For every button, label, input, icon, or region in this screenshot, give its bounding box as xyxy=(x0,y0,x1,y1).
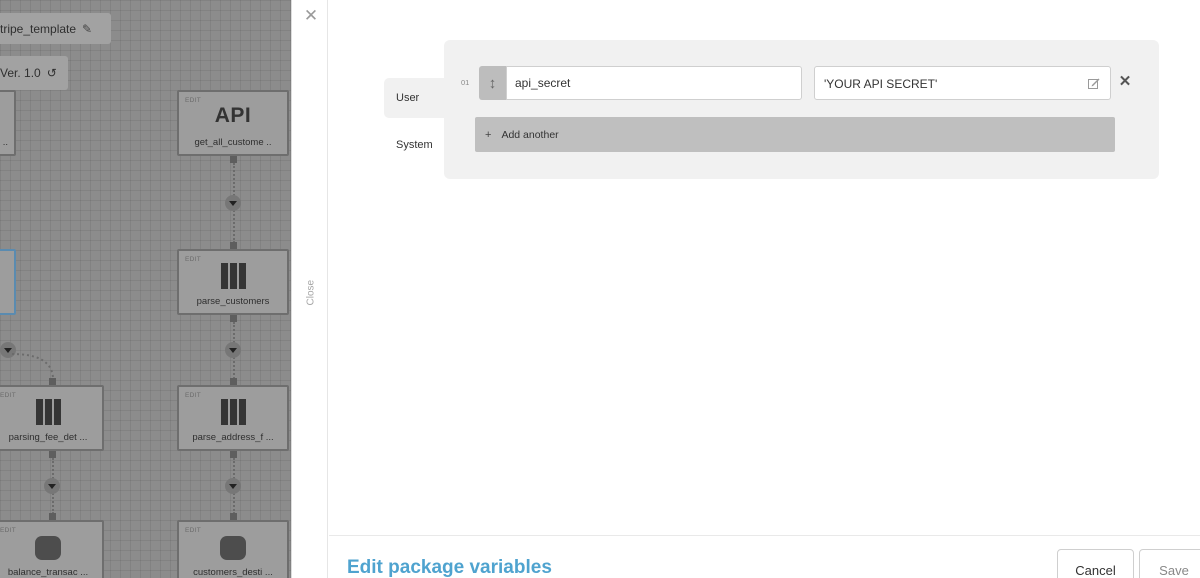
connector-port[interactable] xyxy=(230,156,237,163)
columns-icon xyxy=(220,263,246,289)
variable-value: 'YOUR API SECRET' xyxy=(824,77,938,91)
connector-port[interactable] xyxy=(230,242,237,249)
connector-port[interactable] xyxy=(230,451,237,458)
remove-variable-icon[interactable]: ✕ xyxy=(1118,74,1132,90)
node-edit-label[interactable]: EDIT xyxy=(185,392,201,399)
database-icon xyxy=(35,536,61,560)
package-version: Ver. 1.0 xyxy=(0,66,41,80)
connector-arrow-icon xyxy=(44,478,60,494)
connector-port[interactable] xyxy=(49,451,56,458)
cancel-button[interactable]: Cancel xyxy=(1057,549,1134,578)
pipeline-node-parse[interactable]: EDIT parsing_fee_det ... xyxy=(0,385,104,451)
tab-user[interactable]: User xyxy=(384,78,446,118)
columns-icon xyxy=(220,399,246,425)
connector-port[interactable] xyxy=(230,378,237,385)
node-label: parse_address_f ... xyxy=(192,432,274,443)
variable-index: 01 xyxy=(461,78,470,87)
pipeline-node-parse[interactable]: EDIT parse_customers xyxy=(177,249,289,315)
connector-arrow-icon xyxy=(225,195,241,211)
node-edit-label[interactable]: EDIT xyxy=(0,527,16,534)
pipeline-canvas: tripe_template ✎ Ver. 1.0 ↺ .. EDIT API … xyxy=(0,0,291,578)
node-edit-label[interactable]: EDIT xyxy=(185,527,201,534)
node-label: .. xyxy=(2,137,8,148)
node-edit-label[interactable]: EDIT xyxy=(0,392,16,399)
variable-value-field[interactable]: 'YOUR API SECRET' xyxy=(814,66,1111,100)
panel-footer: Edit package variables Cancel Save xyxy=(329,535,1200,578)
edit-expression-icon[interactable] xyxy=(1088,78,1100,89)
variable-name-input[interactable] xyxy=(506,66,802,100)
pipeline-node-api[interactable]: EDIT API get_all_custome .. xyxy=(177,90,289,156)
add-another-button[interactable]: + Add another xyxy=(475,117,1115,152)
connector-port[interactable] xyxy=(230,315,237,322)
node-edit-label[interactable]: EDIT xyxy=(185,97,201,104)
pencil-icon[interactable]: ✎ xyxy=(82,22,92,36)
connector-port[interactable] xyxy=(49,513,56,520)
connector-curve xyxy=(11,353,54,379)
tab-label: User xyxy=(396,92,420,104)
tab-system[interactable]: System xyxy=(384,125,446,165)
undo-icon[interactable]: ↺ xyxy=(47,66,57,80)
panel-title: Edit package variables xyxy=(347,557,552,578)
variables-list: 01 ↕ 'YOUR API SECRET' ✕ + Add another xyxy=(444,40,1159,179)
tab-label: System xyxy=(396,139,433,151)
pipeline-node-destination[interactable]: EDIT customers_desti ... xyxy=(177,520,289,578)
pipeline-node[interactable] xyxy=(0,249,16,315)
connector-port[interactable] xyxy=(230,513,237,520)
plus-icon: + xyxy=(485,128,492,141)
connector-arrow-icon xyxy=(225,478,241,494)
connector-port[interactable] xyxy=(49,378,56,385)
package-name: tripe_template xyxy=(0,21,77,36)
close-strip[interactable]: ✕ Close xyxy=(291,0,328,578)
add-another-label: Add another xyxy=(501,128,559,141)
api-glyph: API xyxy=(214,104,252,127)
save-button[interactable]: Save xyxy=(1139,549,1200,578)
close-icon[interactable]: ✕ xyxy=(302,7,320,25)
close-label[interactable]: Close xyxy=(306,280,317,306)
connector-arrow-icon xyxy=(225,342,241,358)
package-name-chip[interactable]: tripe_template ✎ xyxy=(0,13,111,44)
node-edit-label[interactable]: EDIT xyxy=(185,256,201,263)
database-icon xyxy=(220,536,246,560)
node-label: customers_desti ... xyxy=(193,567,273,578)
variable-tabs: User System xyxy=(384,78,446,165)
node-label: parse_customers xyxy=(196,296,270,307)
pipeline-node-destination[interactable]: EDIT balance_transac ... xyxy=(0,520,104,578)
package-version-chip[interactable]: Ver. 1.0 ↺ xyxy=(0,56,68,90)
pipeline-node-parse[interactable]: EDIT parse_address_f ... xyxy=(177,385,289,451)
drag-handle-icon[interactable]: ↕ xyxy=(479,66,506,100)
edit-variables-panel: User System 01 ↕ 'YOUR API SECRET' ✕ + A… xyxy=(329,0,1200,578)
node-label: balance_transac ... xyxy=(7,567,89,578)
node-label: parsing_fee_det ... xyxy=(8,432,88,443)
columns-icon xyxy=(35,399,61,425)
pipeline-node[interactable]: .. xyxy=(0,90,16,156)
node-label: get_all_custome .. xyxy=(194,137,272,148)
